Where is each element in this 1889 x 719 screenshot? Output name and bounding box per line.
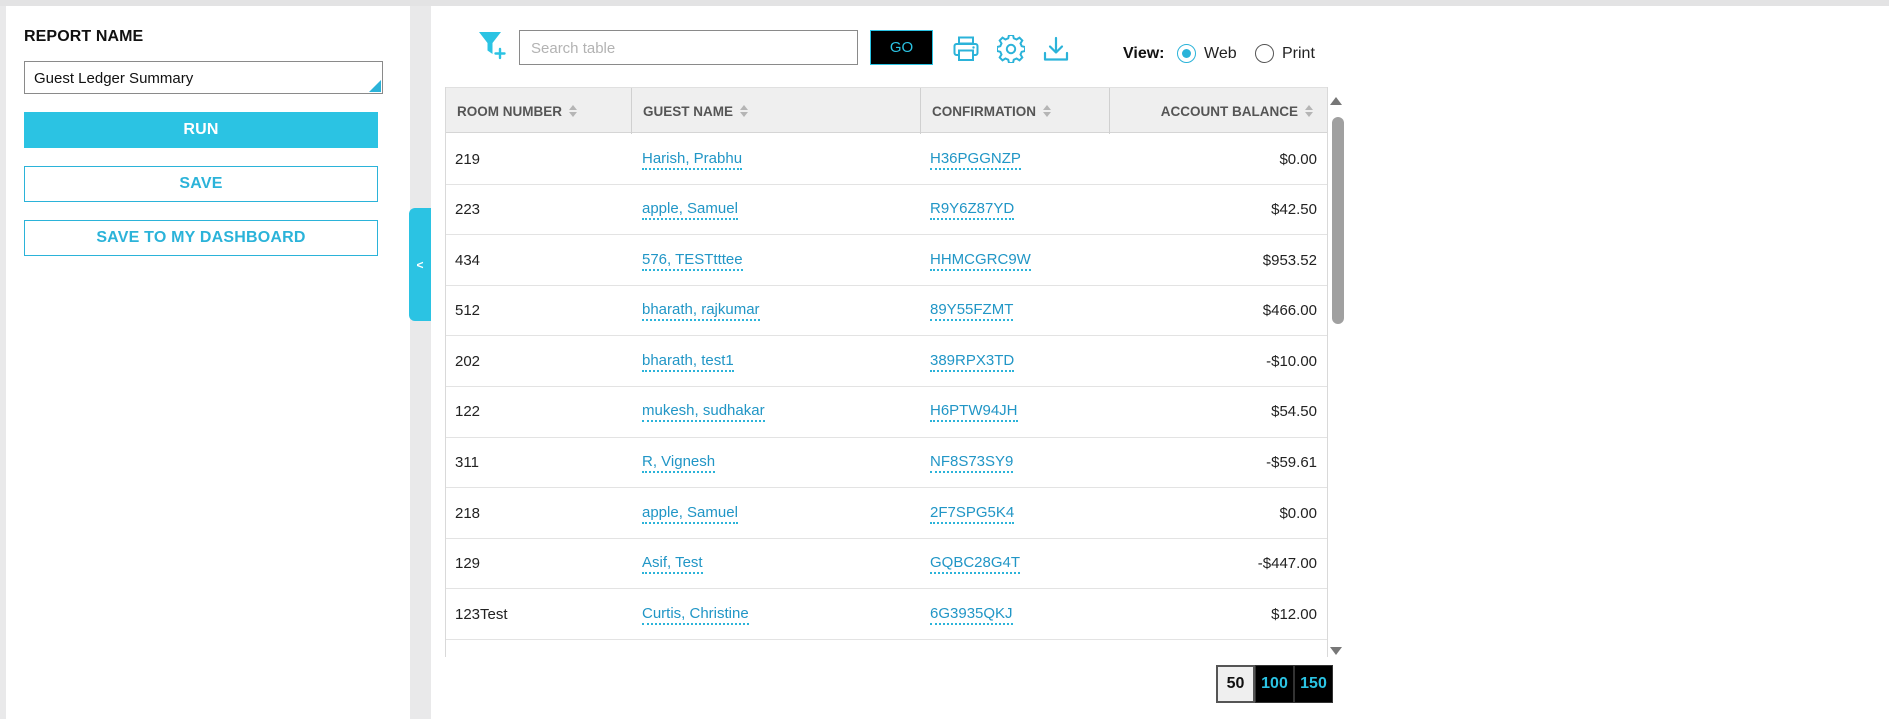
guest-name-link[interactable]: Harish, Prabhu	[642, 149, 743, 170]
room-number-cell: 129	[455, 555, 481, 573]
go-button[interactable]: GO	[870, 30, 933, 65]
view-print-radio[interactable]	[1255, 44, 1274, 63]
room-number-cell: 202	[455, 352, 481, 370]
page-size-50-button[interactable]: 50	[1216, 665, 1255, 703]
filter-add-icon[interactable]	[477, 29, 507, 61]
page-size-selector: 50 100 150	[1216, 665, 1333, 703]
report-name-field[interactable]: Guest Ledger Summary	[24, 61, 383, 94]
gear-icon[interactable]	[997, 35, 1025, 63]
confirmation-link[interactable]: 89Y55FZMT	[930, 300, 1014, 322]
account-balance-cell: -$59.61	[1266, 454, 1317, 472]
account-balance-cell: $54.50	[1271, 403, 1317, 421]
scroll-down-arrow-icon[interactable]	[1330, 647, 1342, 655]
view-web-label[interactable]: Web	[1204, 45, 1237, 63]
chevron-left-icon: <	[416, 257, 424, 272]
table-row: 434 576, TESTtttee HHMCGRC9W $953.52	[446, 235, 1327, 286]
sort-icon	[1305, 104, 1313, 118]
confirmation-link[interactable]: R9Y6Z87YD	[930, 199, 1015, 221]
account-balance-cell: $466.00	[1262, 302, 1317, 320]
account-balance-cell: $0.00	[1279, 504, 1317, 522]
confirmation-link[interactable]: H6PTW94JH	[930, 401, 1018, 423]
guest-name-link[interactable]: bharath, rajkumar	[642, 300, 760, 322]
save-button[interactable]: SAVE	[24, 166, 378, 202]
account-balance-cell: $42.50	[1271, 201, 1317, 219]
table-row: 122 mukesh, sudhakar H6PTW94JH $54.50	[446, 387, 1327, 438]
guest-name-link[interactable]: Curtis, Christine	[642, 604, 749, 625]
print-icon[interactable]	[952, 35, 980, 63]
room-number-cell: 311	[455, 454, 479, 472]
guest-name-link[interactable]: apple, Samuel	[642, 199, 738, 221]
confirmation-link[interactable]: HHMCGRC9W	[930, 250, 1031, 271]
search-input[interactable]: Search table	[519, 30, 858, 65]
report-settings-panel: REPORT NAME Guest Ledger Summary RUN SAV…	[6, 6, 410, 719]
table-row: 218 apple, Samuel 2F7SPG5K4 $0.00	[446, 488, 1327, 539]
view-label: View:	[1123, 45, 1165, 62]
page-size-100-button[interactable]: 100	[1255, 665, 1294, 703]
room-number-cell: 223	[455, 201, 481, 219]
table-row: 202 bharath, test1 389RPX3TD -$10.00	[446, 336, 1327, 387]
guest-name-link[interactable]: R, Vignesh	[642, 452, 716, 474]
report-name-value: Guest Ledger Summary	[34, 70, 194, 87]
column-header-label: CONFIRMATION	[932, 103, 1036, 119]
column-header-label: GUEST NAME	[643, 103, 734, 119]
column-header-confirmation[interactable]: CONFIRMATION	[921, 88, 1110, 134]
account-balance-cell: $12.00	[1271, 605, 1317, 623]
page-size-150-button[interactable]: 150	[1294, 665, 1333, 703]
table-row: 223 apple, Samuel R9Y6Z87YD $42.50	[446, 185, 1327, 236]
report-main-panel: Search table GO View: Web Print ROOM NUM…	[431, 6, 1889, 719]
column-header-account-balance[interactable]: ACCOUNT BALANCE	[1110, 88, 1327, 134]
confirmation-link[interactable]: 6G3935QKJ	[930, 604, 1013, 625]
confirmation-link[interactable]: H36PGGNZP	[930, 149, 1021, 170]
sort-icon	[1043, 104, 1051, 118]
table-row: 129 Asif, Test GQBC28G4T -$447.00	[446, 539, 1327, 590]
sort-icon	[569, 104, 577, 118]
account-balance-cell: -$447.00	[1257, 555, 1317, 573]
table-row: 219 Harish, Prabhu H36PGGNZP $0.00	[446, 134, 1327, 185]
save-to-dashboard-button[interactable]: SAVE TO MY DASHBOARD	[24, 220, 378, 256]
confirmation-link[interactable]: GQBC28G4T	[930, 553, 1021, 575]
account-balance-cell: $0.00	[1279, 150, 1317, 168]
table-body: 219 Harish, Prabhu H36PGGNZP $0.00 223 a…	[446, 134, 1327, 640]
confirmation-link[interactable]: 389RPX3TD	[930, 351, 1015, 372]
guest-name-link[interactable]: mukesh, sudhakar	[642, 401, 765, 423]
collapse-panel-button[interactable]: <	[409, 208, 431, 321]
room-number-cell: 122	[455, 403, 481, 421]
room-number-cell: 434	[455, 251, 481, 269]
confirmation-link[interactable]: 2F7SPG5K4	[930, 503, 1015, 524]
guest-name-link[interactable]: bharath, test1	[642, 351, 734, 372]
resize-corner-icon	[369, 80, 381, 92]
account-balance-cell: -$10.00	[1266, 352, 1317, 370]
column-header-label: ACCOUNT BALANCE	[1160, 103, 1298, 119]
room-number-cell: 219	[455, 150, 481, 168]
search-placeholder: Search table	[531, 40, 616, 57]
guest-name-link[interactable]: apple, Samuel	[642, 503, 738, 524]
table-header: ROOM NUMBER GUEST NAME CONFIRMATION ACCO…	[446, 87, 1327, 134]
vertical-scrollbar-thumb[interactable]	[1332, 117, 1344, 324]
view-print-label[interactable]: Print	[1282, 45, 1315, 63]
table-row: 311 R, Vignesh NF8S73SY9 -$59.61	[446, 438, 1327, 489]
table-row: 123Test Curtis, Christine 6G3935QKJ $12.…	[446, 589, 1327, 640]
guest-name-link[interactable]: Asif, Test	[642, 553, 703, 575]
view-web-radio[interactable]	[1177, 44, 1196, 63]
account-balance-cell: $953.52	[1262, 251, 1317, 269]
run-button[interactable]: RUN	[24, 112, 378, 148]
column-header-room-number[interactable]: ROOM NUMBER	[446, 88, 632, 134]
sort-icon	[740, 104, 749, 118]
table-row: 512 bharath, rajkumar 89Y55FZMT $466.00	[446, 286, 1327, 337]
report-table: ROOM NUMBER GUEST NAME CONFIRMATION ACCO…	[445, 87, 1328, 657]
guest-name-link[interactable]: 576, TESTtttee	[642, 250, 743, 271]
report-name-label: REPORT NAME	[24, 28, 144, 45]
scroll-up-arrow-icon[interactable]	[1330, 97, 1342, 105]
column-header-guest-name[interactable]: GUEST NAME	[632, 88, 921, 134]
column-header-label: ROOM NUMBER	[457, 103, 562, 119]
download-icon[interactable]	[1042, 35, 1070, 63]
confirmation-link[interactable]: NF8S73SY9	[930, 452, 1014, 474]
room-number-cell: 512	[455, 302, 481, 320]
room-number-cell: 218	[455, 504, 481, 522]
room-number-cell: 123Test	[455, 605, 508, 623]
